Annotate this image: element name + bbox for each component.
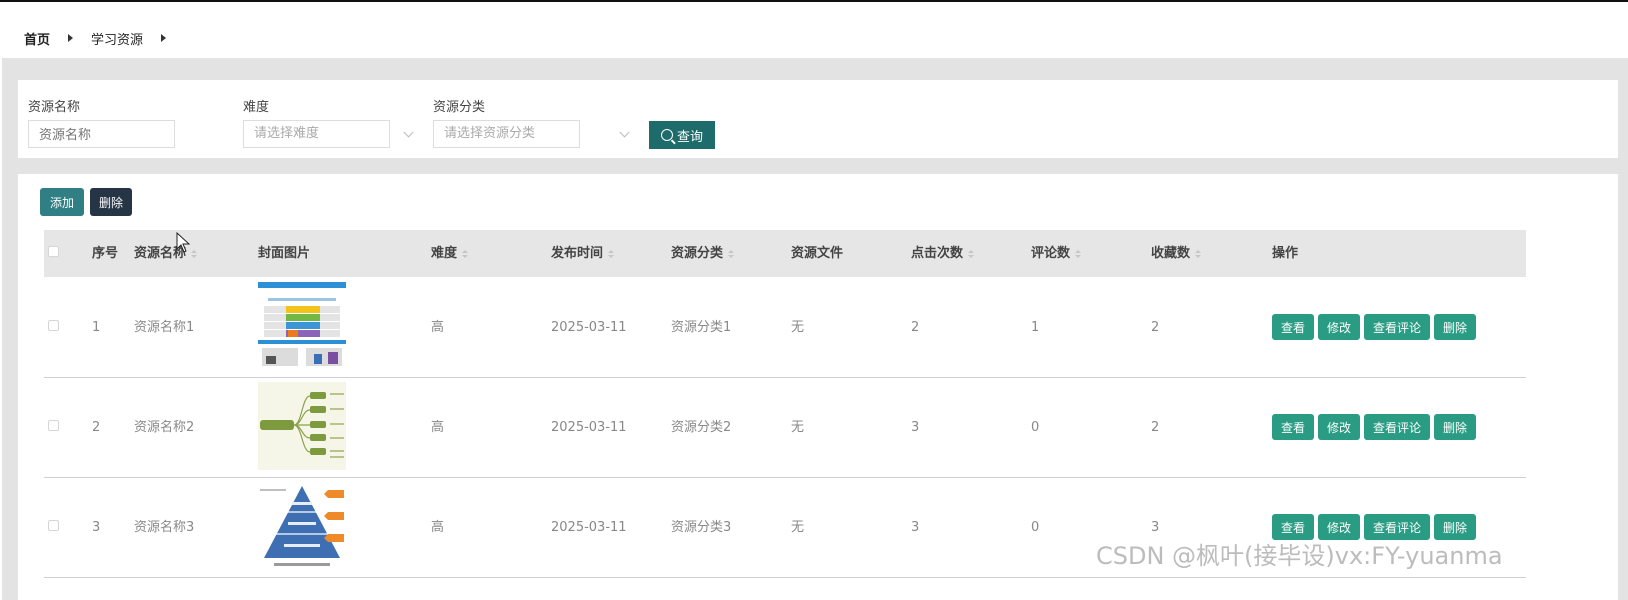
header-file: 资源文件 [791,246,844,261]
cell-publish-time: 2025-03-11 [551,320,627,335]
header-difficulty[interactable]: 难度 [431,230,469,277]
cell-index: 1 [92,320,101,335]
header-clicks[interactable]: 点击次数 [911,230,975,277]
cover-image[interactable] [258,482,346,570]
breadcrumb: 首页 学习资源 [24,28,184,48]
cell-category: 资源分类3 [671,520,732,535]
cell-file: 无 [791,420,805,435]
difficulty-select[interactable]: 请选择难度 [243,120,390,148]
header-category[interactable]: 资源分类 [671,230,735,277]
table-row: 1 资源名称1 高 2025-03-11 资源分类1 无 2 1 2 查看 修改… [44,278,1526,378]
header-index: 序号 [92,246,119,261]
batch-delete-button[interactable]: 删除 [90,188,132,216]
cell-clicks: 2 [911,320,920,335]
header-publish-time[interactable]: 发布时间 [551,230,615,277]
sort-icon[interactable] [1075,249,1082,258]
query-button-label: 查询 [676,129,703,145]
search-icon [660,129,673,141]
header-clicks-label: 点击次数 [911,246,964,261]
cell-comments: 0 [1031,520,1040,535]
row-checkbox[interactable] [48,520,59,531]
cell-favorites: 2 [1151,420,1160,435]
cell-name: 资源名称3 [134,520,195,535]
cell-publish-time: 2025-03-11 [551,520,627,535]
delete-button[interactable]: 删除 [1434,414,1477,440]
header-comments[interactable]: 评论数 [1031,230,1082,277]
resource-name-input[interactable] [28,120,175,148]
row-checkbox[interactable] [48,320,59,331]
top-border [0,0,1628,2]
cell-clicks: 3 [911,420,920,435]
chevron-right-icon [68,34,74,42]
header-favorites-label: 收藏数 [1151,246,1191,261]
query-button[interactable]: 查询 [649,121,715,149]
view-comments-button[interactable]: 查看评论 [1364,314,1431,340]
search-panel: 资源名称 难度 请选择难度 资源分类 请选择资源分类 查询 [18,80,1618,158]
cell-name: 资源名称2 [134,420,195,435]
view-button[interactable]: 查看 [1272,414,1315,440]
cell-publish-time: 2025-03-11 [551,420,627,435]
chevron-down-icon [619,127,630,138]
resource-name-label: 资源名称 [28,100,81,115]
cell-comments: 1 [1031,320,1040,335]
select-all-checkbox[interactable] [48,246,59,257]
row-actions: 查看 修改 查看评论 删除 [1272,414,1477,440]
mouse-cursor-icon [176,232,191,253]
cell-category: 资源分类2 [671,420,732,435]
watermark: CSDN @枫叶(接毕设)vx:FY-yuanma [1096,542,1503,570]
breadcrumb-current: 学习资源 [91,32,144,48]
header-publish-time-label: 发布时间 [551,246,604,261]
sort-icon[interactable] [608,249,615,258]
table-header: 序号 资源名称 封面图片 难度 发布时间 资源分类 资源文件 点击次数 评论数 … [44,230,1526,277]
row-checkbox[interactable] [48,420,59,431]
header-actions: 操作 [1272,246,1299,261]
cover-image[interactable] [258,282,346,370]
sort-icon[interactable] [728,249,735,258]
sort-icon[interactable] [1195,249,1202,258]
chevron-down-icon [403,127,414,138]
view-comments-button[interactable]: 查看评论 [1364,414,1431,440]
delete-button[interactable]: 删除 [1434,314,1477,340]
cell-difficulty: 高 [431,420,445,435]
cell-file: 无 [791,520,805,535]
cell-clicks: 3 [911,520,920,535]
add-button[interactable]: 添加 [40,188,84,216]
cell-difficulty: 高 [431,520,445,535]
header-category-label: 资源分类 [671,246,724,261]
cover-image[interactable] [258,382,346,470]
category-select[interactable]: 请选择资源分类 [433,120,580,148]
difficulty-label: 难度 [243,100,270,115]
row-actions: 查看 修改 查看评论 删除 [1272,314,1477,340]
cell-comments: 0 [1031,420,1040,435]
header-favorites[interactable]: 收藏数 [1151,230,1202,277]
cell-difficulty: 高 [431,320,445,335]
sort-icon[interactable] [462,249,469,258]
breadcrumb-home[interactable]: 首页 [24,29,50,48]
cell-index: 3 [92,520,101,535]
edit-button[interactable]: 修改 [1318,414,1361,440]
cell-name: 资源名称1 [134,320,195,335]
header-comments-label: 评论数 [1031,246,1071,261]
cell-category: 资源分类1 [671,320,732,335]
edit-button[interactable]: 修改 [1318,314,1361,340]
table-row: 2 资源名称2 高 2025-03-11 资源分类2 无 3 0 2 查看 修改 [44,378,1526,478]
header-cover: 封面图片 [258,246,311,261]
header-difficulty-label: 难度 [431,246,458,261]
view-button[interactable]: 查看 [1272,314,1315,340]
sort-icon[interactable] [968,249,975,258]
cell-index: 2 [92,420,101,435]
chevron-right-icon [161,34,167,42]
cell-favorites: 2 [1151,320,1160,335]
category-label: 资源分类 [433,100,486,115]
cell-file: 无 [791,320,805,335]
